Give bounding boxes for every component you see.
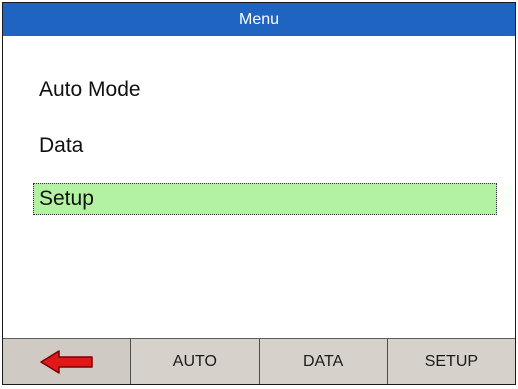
back-button[interactable]: [3, 339, 132, 384]
auto-button[interactable]: AUTO: [131, 339, 260, 384]
menu-item-setup[interactable]: Setup: [33, 183, 497, 215]
softkey-bar: AUTO DATA SETUP: [3, 338, 515, 384]
device-screen: Menu Auto Mode Data Setup AUTO DATA SETU…: [2, 2, 516, 385]
setup-button[interactable]: SETUP: [387, 339, 515, 384]
menu-item-auto-mode[interactable]: Auto Mode: [33, 74, 497, 106]
left-arrow-icon: [39, 349, 93, 374]
menu-item-data[interactable]: Data: [33, 130, 497, 162]
data-button[interactable]: DATA: [259, 339, 388, 384]
window-title: Menu: [3, 3, 515, 36]
